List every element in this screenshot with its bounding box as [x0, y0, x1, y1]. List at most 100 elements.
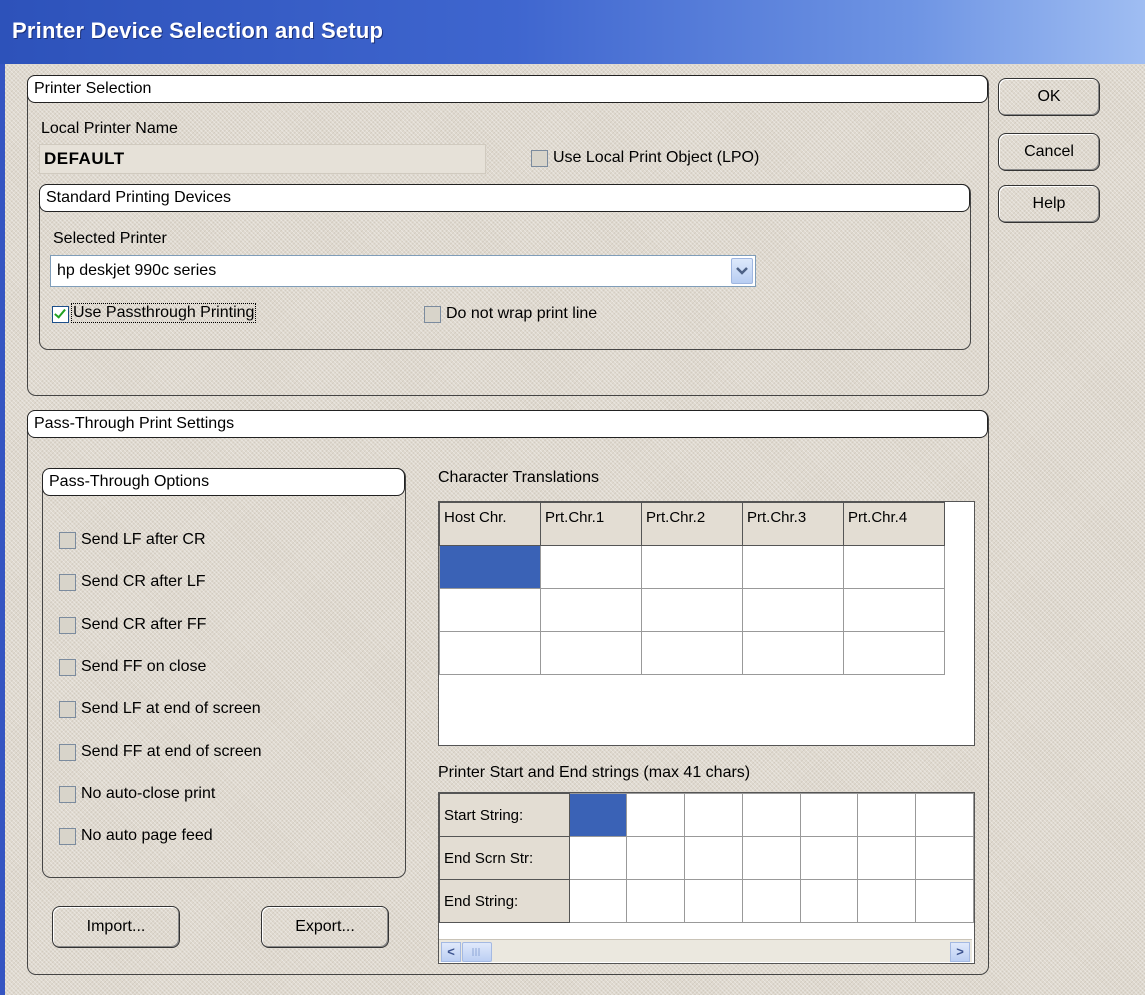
grid-cell[interactable]	[857, 793, 917, 837]
table-row: End String:	[439, 879, 974, 923]
passthrough-checkbox[interactable]	[52, 306, 69, 323]
grid-cell[interactable]	[641, 588, 743, 632]
grid-cell[interactable]	[915, 836, 974, 880]
table-row	[439, 631, 945, 675]
client-area: Printer Selection Local Printer Name DEF…	[5, 64, 1145, 995]
selected-printer-dropdown[interactable]: hp deskjet 990c series	[50, 255, 756, 287]
option-label[interactable]: Send FF at end of screen	[81, 743, 262, 761]
column-header[interactable]: Host Chr.	[439, 502, 541, 546]
send-cr-after-ff-checkbox[interactable]	[59, 617, 76, 634]
grid-cell[interactable]	[684, 836, 743, 880]
grid-cell[interactable]	[843, 545, 945, 589]
standard-devices-panel: Standard Printing Devices Selected Print…	[39, 184, 971, 350]
grid-cell[interactable]	[741, 879, 801, 923]
column-header[interactable]: Prt.Chr.3	[742, 502, 844, 546]
chevron-down-icon[interactable]	[731, 258, 753, 284]
no-auto-page-feed-checkbox[interactable]	[59, 828, 76, 845]
grid-cell[interactable]	[641, 545, 743, 589]
grid-cell[interactable]	[540, 588, 642, 632]
grid-cell[interactable]	[568, 879, 628, 923]
window-title: Printer Device Selection and Setup	[12, 18, 384, 43]
strings-label: Printer Start and End strings (max 41 ch…	[438, 764, 751, 781]
grid-cell[interactable]	[843, 631, 945, 675]
table-row: Start String:	[439, 793, 974, 837]
grid-cell[interactable]	[684, 793, 743, 837]
table-row	[439, 545, 945, 589]
grid-cell[interactable]	[741, 793, 801, 837]
grid-cell[interactable]	[626, 793, 686, 837]
passthrough-options-heading: Pass-Through Options	[42, 468, 405, 496]
ok-button[interactable]: OK	[998, 78, 1100, 116]
grid-cell[interactable]	[626, 836, 686, 880]
option-label[interactable]: No auto page feed	[81, 827, 213, 845]
passthrough-settings-heading: Pass-Through Print Settings	[27, 410, 988, 438]
passthrough-settings-panel: Pass-Through Print Settings Pass-Through…	[27, 410, 989, 975]
passthrough-label[interactable]: Use Passthrough Printing	[70, 303, 257, 323]
option-label[interactable]: No auto-close print	[81, 785, 215, 803]
no-auto-close-checkbox[interactable]	[59, 786, 76, 803]
grid-cell[interactable]	[857, 879, 917, 923]
send-ff-end-screen-checkbox[interactable]	[59, 744, 76, 761]
dialog-window: Printer Device Selection and Setup Print…	[0, 0, 1145, 995]
grid-cell[interactable]	[684, 879, 743, 923]
grid-cell[interactable]	[915, 793, 974, 837]
send-lf-end-screen-checkbox[interactable]	[59, 701, 76, 718]
scroll-left-icon[interactable]: <	[441, 942, 461, 962]
grid-cell[interactable]	[626, 879, 686, 923]
standard-devices-heading: Standard Printing Devices	[39, 184, 970, 212]
strings-grid[interactable]: Start String: End Scrn Str: End String: …	[438, 792, 975, 964]
title-bar[interactable]: Printer Device Selection and Setup	[0, 0, 1145, 64]
grid-cell[interactable]	[540, 545, 642, 589]
grid-cell[interactable]	[843, 588, 945, 632]
grid-cell[interactable]	[540, 631, 642, 675]
send-ff-on-close-checkbox[interactable]	[59, 659, 76, 676]
cancel-button[interactable]: Cancel	[998, 133, 1100, 171]
local-printer-label: Local Printer Name	[41, 120, 178, 137]
grid-cell[interactable]	[799, 836, 859, 880]
printer-selection-heading: Printer Selection	[27, 75, 988, 103]
grid-cell[interactable]	[742, 631, 844, 675]
export-button[interactable]: Export...	[261, 906, 389, 948]
row-header[interactable]: End Scrn Str:	[439, 836, 570, 880]
local-printer-field[interactable]: DEFAULT	[39, 144, 486, 174]
row-header[interactable]: End String:	[439, 879, 570, 923]
scroll-thumb[interactable]	[462, 942, 492, 962]
grid-cell[interactable]	[915, 879, 974, 923]
use-lpo-checkbox[interactable]	[531, 150, 548, 167]
char-translations-grid[interactable]: Host Chr. Prt.Chr.1 Prt.Chr.2 Prt.Chr.3 …	[438, 501, 975, 746]
grid-cell[interactable]	[799, 879, 859, 923]
grid-header-row: Host Chr. Prt.Chr.1 Prt.Chr.2 Prt.Chr.3 …	[439, 502, 945, 546]
grid-cell[interactable]	[741, 836, 801, 880]
column-header[interactable]: Prt.Chr.4	[843, 502, 945, 546]
grid-cell-selected[interactable]	[568, 793, 628, 837]
row-header[interactable]: Start String:	[439, 793, 570, 837]
option-label[interactable]: Send CR after FF	[81, 616, 206, 634]
grid-cell[interactable]	[568, 836, 628, 880]
grid-cell[interactable]	[742, 588, 844, 632]
grid-cell[interactable]	[439, 588, 541, 632]
grid-cell[interactable]	[742, 545, 844, 589]
import-button[interactable]: Import...	[52, 906, 180, 948]
option-label[interactable]: Send FF on close	[81, 658, 206, 676]
passthrough-options-panel: Pass-Through Options Send LF after CR Se…	[42, 468, 406, 878]
grid-cell[interactable]	[439, 631, 541, 675]
option-label[interactable]: Send LF after CR	[81, 531, 206, 549]
selected-printer-label: Selected Printer	[53, 230, 167, 247]
printer-selection-panel: Printer Selection Local Printer Name DEF…	[27, 75, 989, 396]
column-header[interactable]: Prt.Chr.1	[540, 502, 642, 546]
column-header[interactable]: Prt.Chr.2	[641, 502, 743, 546]
send-lf-after-cr-checkbox[interactable]	[59, 532, 76, 549]
scroll-right-icon[interactable]: >	[950, 942, 970, 962]
horizontal-scrollbar[interactable]: < >	[439, 939, 972, 962]
grid-cell-selected[interactable]	[439, 545, 541, 589]
grid-cell[interactable]	[857, 836, 917, 880]
option-label[interactable]: Send CR after LF	[81, 573, 206, 591]
help-button[interactable]: Help	[998, 185, 1100, 223]
grid-cell[interactable]	[641, 631, 743, 675]
no-wrap-checkbox[interactable]	[424, 306, 441, 323]
send-cr-after-lf-checkbox[interactable]	[59, 574, 76, 591]
grid-cell[interactable]	[799, 793, 859, 837]
use-lpo-label[interactable]: Use Local Print Object (LPO)	[553, 149, 759, 167]
no-wrap-label[interactable]: Do not wrap print line	[446, 305, 597, 323]
option-label[interactable]: Send LF at end of screen	[81, 700, 261, 718]
